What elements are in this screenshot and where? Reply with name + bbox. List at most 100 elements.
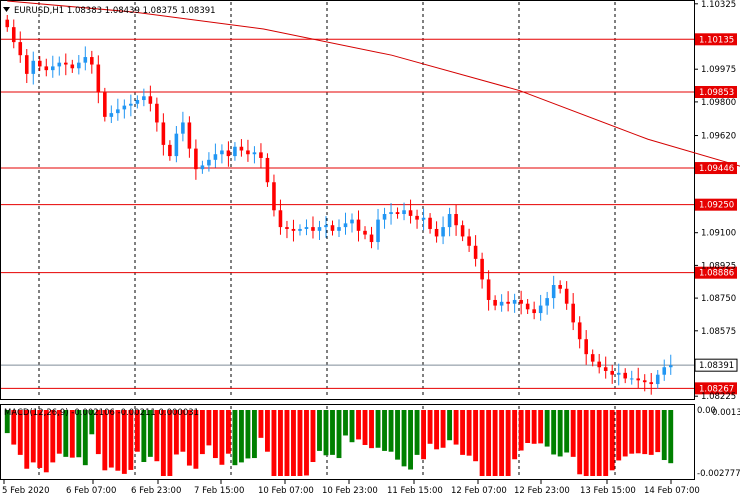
price-tick-label: 1.08750: [701, 294, 736, 304]
macd-bar: [199, 410, 205, 455]
price-tick-label: 1.09975: [701, 65, 736, 75]
macd-bar: [317, 410, 322, 451]
candle-body: [616, 372, 621, 375]
macd-bar: [629, 410, 635, 454]
candle-body: [597, 361, 601, 368]
current-price-label: 1.08391: [699, 361, 734, 371]
candle-body: [538, 305, 543, 314]
macd-bar: [258, 410, 264, 438]
macd-bar: [82, 410, 88, 466]
candle-body: [532, 309, 536, 314]
candle-body: [304, 227, 309, 229]
macd-bar: [343, 410, 348, 436]
macd-bar: [121, 410, 127, 474]
candle-body: [90, 57, 94, 65]
candle-body: [512, 299, 517, 304]
candle-body: [610, 370, 614, 375]
macd-bar: [434, 410, 440, 450]
candle-body: [389, 212, 393, 215]
macd-bar: [408, 410, 413, 470]
candle-body: [668, 365, 673, 368]
candle-body: [298, 228, 302, 231]
candle-body: [603, 367, 608, 371]
price-tick-label: 1.09800: [701, 98, 736, 108]
candle-body: [343, 223, 348, 228]
macd-bar: [24, 410, 30, 469]
candle-body: [558, 285, 562, 289]
candle-body: [11, 27, 16, 43]
macd-bar: [238, 410, 244, 463]
candle-body: [473, 245, 478, 259]
price-tick-label: 1.09100: [701, 229, 736, 239]
macd-bar: [128, 410, 134, 470]
chart-header: EURUSD,H1 1.08383 1.08439 1.08375 1.0839…: [14, 6, 216, 16]
macd-bar: [551, 410, 557, 455]
candle-body: [545, 298, 549, 306]
candle-body: [408, 210, 413, 216]
macd-bar: [609, 410, 615, 471]
candle-body: [499, 301, 504, 306]
candle-body: [259, 152, 263, 158]
macd-bar: [564, 410, 570, 453]
candle-body: [655, 374, 660, 385]
macd-bar: [538, 410, 544, 444]
candle-body: [83, 57, 88, 63]
macd-bar: [518, 410, 524, 451]
price-tick-label: 1.08575: [701, 327, 736, 337]
candle-body: [467, 236, 471, 246]
candle-body: [434, 228, 439, 237]
macd-bar: [505, 410, 511, 476]
macd-axis-bottom: -0.002777: [697, 469, 740, 479]
price-tick-label: 1.08225: [701, 392, 736, 402]
candle-body: [324, 225, 328, 228]
macd-bar: [304, 410, 309, 476]
macd-bar: [603, 410, 609, 476]
candle-body: [246, 150, 250, 155]
macd-bar: [421, 410, 427, 460]
candle-body: [200, 165, 205, 170]
candle-body: [64, 62, 68, 65]
candle-body: [460, 225, 465, 237]
candle-body: [174, 133, 179, 157]
macd-bar: [43, 410, 49, 473]
macd-bar: [388, 410, 394, 452]
macd-bar: [278, 410, 283, 476]
candle-body: [161, 122, 166, 145]
macd-bar: [616, 410, 622, 461]
candle-body: [239, 146, 244, 151]
candle-body: [551, 285, 556, 299]
candle-body: [285, 227, 289, 229]
macd-bar: [395, 410, 400, 460]
macd-bar: [499, 410, 505, 476]
time-tick-label: 7 Feb 15:00: [194, 486, 244, 496]
macd-bar: [206, 410, 212, 446]
candle-body: [454, 214, 458, 226]
time-axis: 5 Feb 2020 6 Feb 07:00 6 Feb 23:00 7 Feb 15…: [2, 480, 700, 496]
candle-body: [5, 19, 10, 28]
macd-bar: [375, 410, 381, 448]
macd-bar: [648, 410, 654, 455]
candle-body: [564, 288, 569, 304]
candle-body: [148, 96, 153, 104]
macd-bar: [655, 410, 661, 453]
macd-bar: [186, 410, 192, 466]
candle-body: [369, 234, 374, 243]
macd-bar: [466, 410, 472, 456]
candle-body: [506, 301, 510, 304]
time-tick-label: 6 Feb 23:00: [131, 486, 181, 496]
candle-body: [376, 219, 380, 243]
time-tick-label: 10 Feb 07:00: [258, 486, 314, 496]
candle-body: [382, 214, 387, 220]
macd-bar: [460, 410, 466, 455]
macd-bar: [245, 410, 251, 459]
candle-body: [70, 64, 75, 69]
macd-bar: [349, 410, 355, 443]
candle-body: [168, 144, 172, 157]
macd-bar: [479, 410, 485, 476]
candle-body: [50, 66, 55, 71]
candle-body: [220, 150, 224, 155]
macd-bar: [447, 410, 453, 441]
time-tick-label: 6 Feb 07:00: [66, 486, 116, 496]
price-chart[interactable]: 1.101351.098531.094461.092501.088861.082…: [0, 0, 740, 500]
candle-body: [584, 339, 588, 355]
